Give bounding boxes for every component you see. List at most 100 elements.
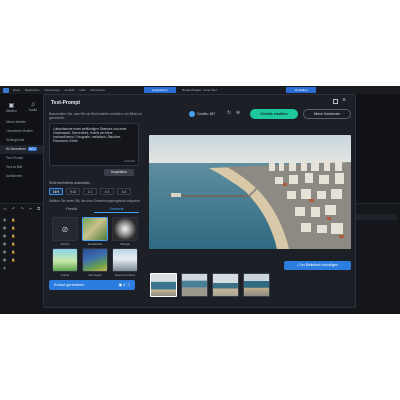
tab-scenery[interactable]: Szenerie <box>94 206 139 213</box>
style-label: Science-Fiction <box>114 273 136 277</box>
add-to-library-label: Der Bibliothek hinzufügen <box>299 263 339 267</box>
sci-fi-thumbnail <box>112 248 138 272</box>
regenerate-label: Erneut generieren <box>54 283 85 287</box>
style-option-manga[interactable]: Manga <box>112 217 138 246</box>
style-label: Anime <box>60 273 70 277</box>
new-badge: NEU <box>28 147 37 151</box>
sidebar-item-recordings[interactable]: Aufnahmen <box>0 172 43 181</box>
ratio-option-4-3[interactable]: 4:3 <box>100 188 114 195</box>
credits-label: Credits: 687 <box>197 112 216 116</box>
tab-media[interactable]: ▣ Medien <box>6 102 17 113</box>
tab-media-label: Medien <box>5 108 17 113</box>
close-icon[interactable]: × <box>342 97 346 104</box>
style-label: Manga <box>120 242 130 246</box>
add-to-library-button[interactable]: ⤓ Der Bibliothek hinzufügen <box>284 261 351 270</box>
sidebar-item-my-media[interactable]: Meine Medien <box>0 118 43 127</box>
result-thumbnail[interactable] <box>243 273 270 297</box>
ratio-option-3-4[interactable]: 3:4 <box>117 188 131 195</box>
result-thumbnail[interactable] <box>150 273 177 297</box>
style-label: Keiner <box>60 242 70 246</box>
track-controls: ▣ 🔒 ◉ ▣ 🔒 ◉ ▣ 🔒 ◉ ▣ 🔒 ◉ ▣ 🔒 ◉ ▣ 🔒 ◉ <box>3 216 25 270</box>
tab-audio-label: Audio <box>28 108 38 112</box>
regenerate-button[interactable]: Erneut generieren ◉ 4 ⓘ <box>49 280 135 290</box>
media-tabs: ▣ Medien ♫ Audio <box>0 96 43 118</box>
ratio-label: Seitenverhältnis auswählen <box>49 181 91 185</box>
dialog-title: Text-Prompt <box>51 100 81 106</box>
prompt-settings-panel: Beschreiben Sie, was Sie ein Bild erstel… <box>49 112 142 307</box>
track-row[interactable]: ▣ 🔒 ◉ <box>3 256 25 270</box>
prompt-input[interactable]: Luftaufnahme eines weitläufigen Strandes… <box>49 123 139 166</box>
none-icon: ⊘ <box>52 217 78 241</box>
result-thumbnail[interactable] <box>212 273 239 297</box>
style-label: Realistisch <box>87 242 103 246</box>
credit-cost-value: 4 <box>123 283 126 287</box>
style-tabs: Porträt Szenerie <box>49 206 142 213</box>
sidebar-item-ai-generate[interactable]: KI-Generieren NEU <box>0 145 43 154</box>
sidebar: Meine Medien Lizenzfreie Medien Hintergr… <box>0 118 43 181</box>
menu-item-file[interactable]: Datei <box>13 88 20 92</box>
sidebar-item-backgrounds[interactable]: Hintergründe <box>0 136 43 145</box>
app-logo-icon <box>3 87 9 93</box>
menu-item-view[interactable]: Ansicht <box>65 88 75 92</box>
sidebar-item-label: Text zu Bild <box>6 165 23 169</box>
sidebar-item-text-prompt[interactable]: Text-Prompt <box>0 154 43 163</box>
ratio-option-16-9[interactable]: 16:9 <box>49 188 63 195</box>
menu-item-edit[interactable]: Bearbeiten <box>25 88 40 92</box>
timeline-right-area <box>350 204 400 314</box>
manga-thumbnail <box>112 217 138 241</box>
track-row[interactable]: ▣ 🔒 ◉ <box>3 248 25 262</box>
style-option-van-gogh[interactable]: Van Gogh <box>82 248 108 277</box>
credits-display: Credits: 687 <box>189 111 215 117</box>
menu-bar: Datei Bearbeiten Werkzeuge Ansicht Hilfe… <box>0 86 400 94</box>
track-row[interactable]: ▣ 🔒 ◉ <box>3 232 25 246</box>
sidebar-item-stock-media[interactable]: Lizenzfreie Medien <box>0 127 43 136</box>
char-counter: 102/400 <box>124 159 135 163</box>
ratio-option-9-16[interactable]: 9:16 <box>66 188 80 195</box>
result-thumbnail[interactable] <box>181 273 208 297</box>
generated-image-preview <box>149 135 351 249</box>
ratio-option-1-1[interactable]: 1:1 <box>83 188 97 195</box>
sidebar-item-label: KI-Generieren <box>6 147 27 151</box>
style-option-sci-fi[interactable]: Science-Fiction <box>112 248 138 277</box>
manage-button[interactable]: Verwalten <box>286 87 316 93</box>
style-label: Van Gogh <box>88 273 102 277</box>
track-row[interactable]: ▣ 🔒 ◉ <box>3 240 25 254</box>
track-row[interactable]: ▣ 🔒 ◉ <box>3 216 25 230</box>
text-prompt-dialog: Text-Prompt × Beschreiben Sie, was Sie e… <box>43 94 356 308</box>
sidebar-item-text-to-image[interactable]: Text zu Bild <box>0 163 43 172</box>
ratio-selector: 16:9 9:16 1:1 4:3 3:4 <box>49 188 142 195</box>
result-thumbnails <box>150 273 270 297</box>
history-icon[interactable]: ⊜ <box>236 110 240 116</box>
prompt-text: Luftaufnahme eines weitläufigen Strandes… <box>53 127 127 143</box>
credits-coin-icon <box>189 111 195 117</box>
prompt-description: Beschreiben Sie, was Sie ein Bild erstel… <box>49 112 143 120</box>
maximize-icon[interactable] <box>333 99 338 104</box>
timeline-scrollbar[interactable] <box>355 214 397 220</box>
track-row[interactable]: ▣ 🔒 ◉ <box>3 224 25 238</box>
export-button[interactable]: Exportieren <box>144 87 176 93</box>
media-icon: ▣ <box>8 102 15 109</box>
inspiration-button[interactable]: Inspiration <box>104 169 134 176</box>
menu-item-help[interactable]: Hilfe <box>80 88 86 92</box>
my-creations-button[interactable]: Meine Kreationen <box>303 109 351 119</box>
project-title: Neues Projekt · ohne Titel <box>182 88 217 92</box>
anime-thumbnail <box>52 248 78 272</box>
sidebar-item-label: Lizenzfreie Medien <box>6 129 33 133</box>
menu-item-more[interactable]: Menüleiste <box>91 88 106 92</box>
get-credits-button[interactable]: Credits erhalten <box>250 109 298 119</box>
van-gogh-thumbnail <box>82 248 108 272</box>
sidebar-item-label: Text-Prompt <box>6 156 24 160</box>
sidebar-item-label: Hintergründe <box>6 138 25 142</box>
refresh-icon[interactable]: ↻ <box>227 110 231 116</box>
style-option-realistic[interactable]: Realistisch <box>82 217 108 246</box>
sidebar-item-label: Aufnahmen <box>6 174 23 178</box>
style-description: Wählen Sie einen Stil, der dem Generieru… <box>49 199 140 203</box>
style-option-anime[interactable]: Anime <box>52 248 78 277</box>
tab-audio[interactable]: ♫ Audio <box>29 102 38 112</box>
sidebar-item-label: Meine Medien <box>6 120 27 124</box>
style-grid: ⊘ Keiner Realistisch Manga Anime Van Gog… <box>52 217 142 277</box>
timeline-toolbar[interactable]: ▭ ↶ ↷ ✂ ⧉ <box>3 206 42 211</box>
menu-item-tools[interactable]: Werkzeuge <box>45 88 60 92</box>
style-option-none[interactable]: ⊘ Keiner <box>52 217 78 246</box>
tab-portrait[interactable]: Porträt <box>49 206 94 213</box>
